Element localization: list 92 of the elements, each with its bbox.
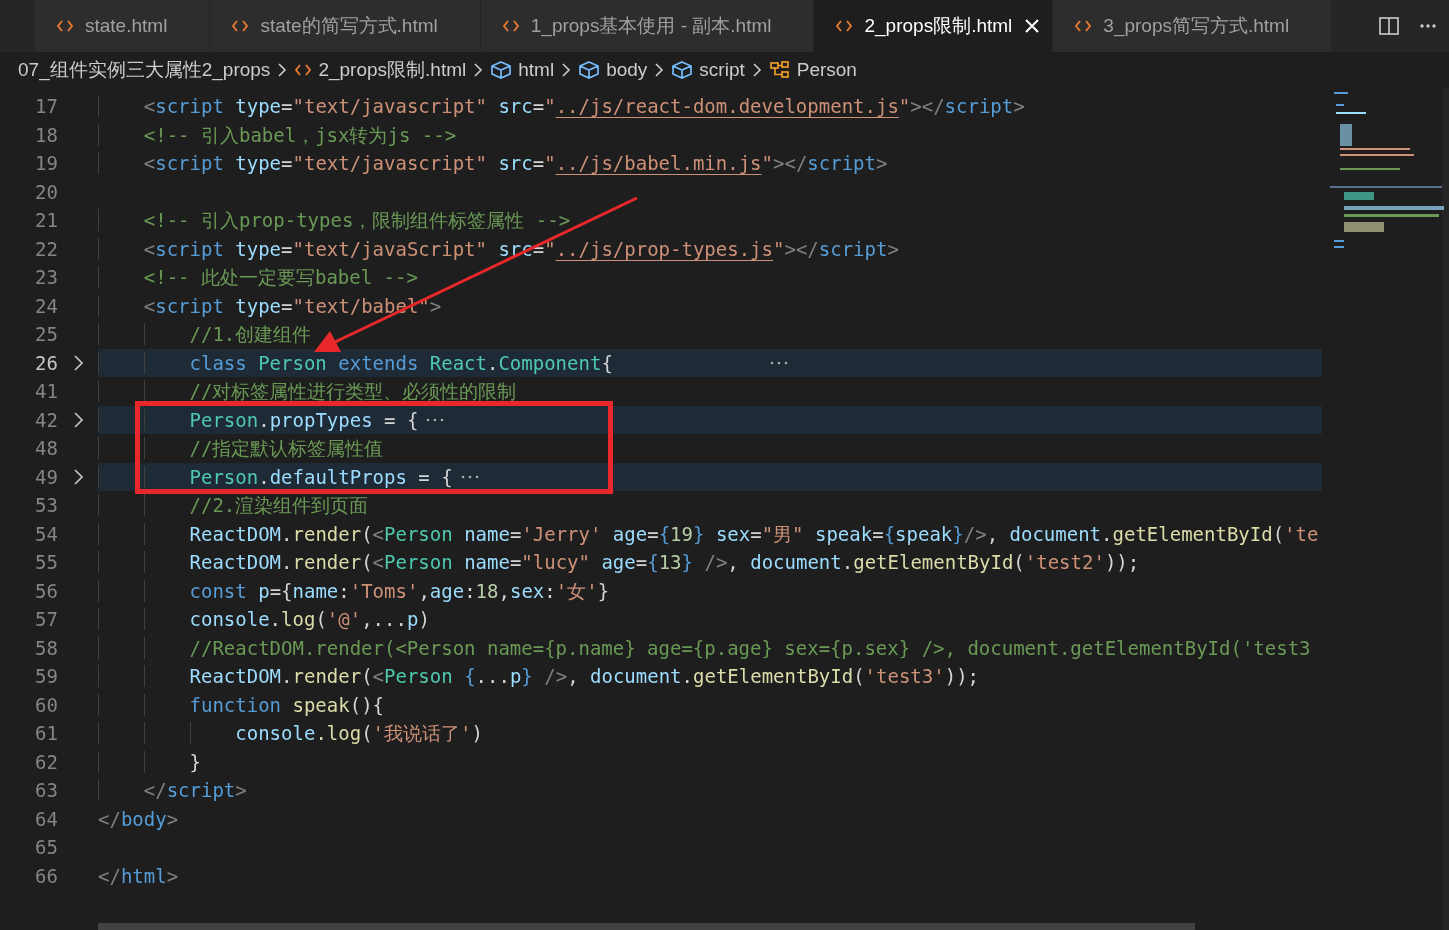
editor-tab[interactable]: state.html <box>35 0 211 52</box>
line-number: 19 <box>34 151 58 176</box>
code-line: //指定默认标签属性值 <box>98 434 384 463</box>
code-line: </body> <box>98 806 179 832</box>
cube-icon <box>491 61 512 79</box>
line-number: 63 <box>34 778 58 803</box>
code-line: class Person extends React.Component{ <box>98 348 762 377</box>
folded-ellipsis-icon[interactable] <box>769 360 788 365</box>
line-number: 23 <box>34 265 58 290</box>
scrollbar-thumb[interactable] <box>98 923 1195 930</box>
line-number: 42 <box>34 407 58 433</box>
code-line: <!-- 引入babel，jsx转为js --> <box>98 120 457 149</box>
line-number: 53 <box>34 493 58 518</box>
code-line: //ReactDOM.render(<Person name={p.name} age={p.age} sex={p.sex} />, document.getElementById('test3 <box>98 633 1311 662</box>
line-number: 22 <box>34 236 58 262</box>
line-number: 26 <box>34 350 58 376</box>
breadcrumb-item[interactable]: html <box>518 59 555 81</box>
code-line: <script type="text/javascript" src="../js/react-dom.development.js"></script> <box>98 92 1025 121</box>
chevron-right-icon <box>562 63 572 77</box>
line-number: 55 <box>34 550 58 575</box>
chevron-right-icon <box>474 63 484 77</box>
code-line: const p={name:'Toms',age:18,sex:'女'} <box>98 576 610 605</box>
editor-tab[interactable]: 2_props限制.html <box>814 0 1054 52</box>
line-number: 18 <box>34 122 58 148</box>
editor-tab[interactable]: state的简写方式.html <box>210 0 481 52</box>
cube-icon <box>672 61 693 79</box>
code-line: //对标签属性进行类型、必须性的限制 <box>98 377 517 406</box>
breadcrumb-item[interactable]: Person <box>796 59 857 81</box>
code-line: <!-- 此处一定要写babel --> <box>98 263 418 292</box>
code-line: function speak(){ <box>98 690 384 719</box>
breadcrumb-item[interactable]: 07_组件实例三大属性2_props <box>18 57 271 83</box>
split-editor-icon[interactable] <box>1379 17 1399 35</box>
html-file-icon <box>295 63 312 77</box>
line-number: 17 <box>34 94 58 119</box>
link[interactable]: ../js/prop-types.js <box>555 237 773 260</box>
line-number: 61 <box>34 721 58 746</box>
html-file-icon <box>1075 19 1092 33</box>
chevron-right-icon <box>278 63 288 77</box>
chevron-right-icon <box>752 63 762 77</box>
html-file-icon <box>57 19 73 33</box>
code-line: //1.创建组件 <box>98 320 312 349</box>
code-line: <script type="text/javascript" src="../js/babel.min.js"></script> <box>98 149 888 178</box>
html-file-icon <box>836 19 853 33</box>
breadcrumb-item[interactable]: body <box>606 59 648 81</box>
code-line: console.log('我说话了') <box>98 719 483 748</box>
line-number: 60 <box>34 692 58 718</box>
more-icon[interactable] <box>1419 23 1437 29</box>
html-file-icon <box>502 19 519 33</box>
code-line: <!-- 引入prop-types，限制组件标签属性 --> <box>98 206 571 235</box>
line-number: 65 <box>34 835 58 860</box>
link[interactable]: ../js/babel.min.js <box>555 152 762 174</box>
chevron-right-icon <box>655 63 665 77</box>
editor-tab[interactable]: 3_props简写方式.html <box>1053 0 1333 52</box>
code-line: console.log('@',...p) <box>98 605 430 634</box>
code-line: //2.渲染组件到页面 <box>98 491 369 520</box>
line-number: 21 <box>34 208 58 233</box>
breadcrumb-item[interactable]: script <box>699 59 745 81</box>
editor-tab[interactable]: 1_props基本使用 - 副本.html <box>480 0 815 52</box>
line-number: 54 <box>34 521 58 547</box>
breadcrumb-item[interactable]: 2_props限制.html <box>318 57 467 83</box>
fold-chevron-icon[interactable] <box>73 468 83 485</box>
line-number: 41 <box>34 379 58 404</box>
line-number: 24 <box>34 293 58 319</box>
html-file-icon <box>232 19 249 33</box>
code-line: <script type="text/javaScript" src="../js/prop-types.js"></script> <box>98 234 899 263</box>
folded-ellipsis-icon[interactable] <box>460 474 479 479</box>
line-number: 57 <box>34 607 58 632</box>
line-number: 49 <box>34 464 58 490</box>
code-line: </html> <box>98 863 179 889</box>
line-number: 66 <box>34 863 58 889</box>
fold-chevron-icon[interactable] <box>73 354 83 371</box>
line-number: 64 <box>34 806 58 832</box>
folded-ellipsis-icon[interactable] <box>426 417 445 422</box>
code-line: </script> <box>98 776 247 805</box>
link[interactable]: ../js/react-dom.development.js <box>555 95 899 117</box>
line-number: 56 <box>34 578 58 604</box>
code-line: ReactDOM.render(<Person {...p} />, document.getElementById('test3')); <box>98 662 979 691</box>
line-number: 20 <box>34 179 58 205</box>
line-number: 62 <box>34 749 58 775</box>
code-line: Person.defaultProps = { <box>98 462 453 491</box>
line-number: 25 <box>34 322 58 347</box>
code-line: } <box>98 747 201 776</box>
fold-chevron-icon[interactable] <box>73 411 83 428</box>
line-number: 59 <box>34 664 58 689</box>
class-icon <box>769 61 790 79</box>
code-line: Person.propTypes = { <box>98 405 419 434</box>
close-icon[interactable] <box>1024 18 1041 34</box>
code-line: ReactDOM.render(<Person name="lucy" age={13} />, document.getElementById('test2')); <box>98 548 1140 577</box>
code-line: ReactDOM.render(<Person name='Jerry' age={19} sex="男" speak={speak}/>, document.getElementById('te <box>98 519 1319 548</box>
line-number: 58 <box>34 635 58 661</box>
cube-icon <box>579 61 600 79</box>
line-number: 48 <box>34 436 58 461</box>
